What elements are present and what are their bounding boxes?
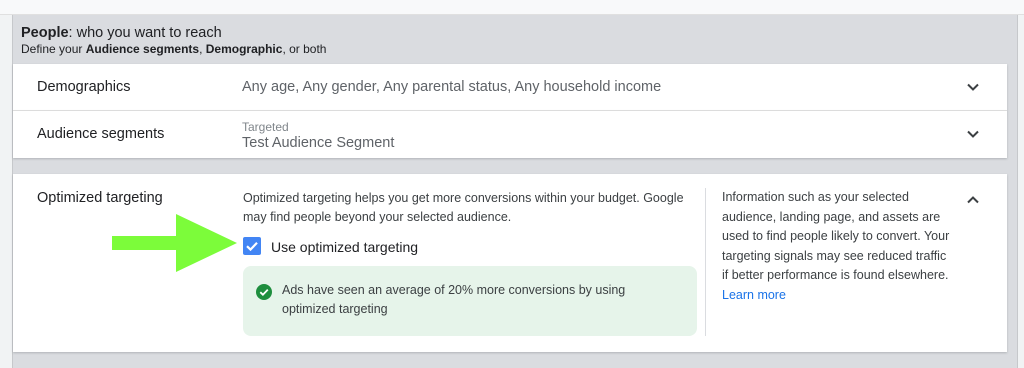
audience-segments-row[interactable]: Audience segments Targeted Test Audience… <box>13 111 1007 158</box>
section-subtitle: Define your Audience segments, Demograph… <box>21 42 327 56</box>
checkbox-label[interactable]: Use optimized targeting <box>271 239 418 255</box>
optimized-targeting-checkbox[interactable] <box>243 237 261 255</box>
top-strip <box>0 0 1024 15</box>
check-circle-icon <box>256 284 272 300</box>
section-title: People: who you want to reach <box>21 25 222 41</box>
demographics-value: Any age, Any gender, Any parental status… <box>242 79 662 95</box>
audience-segments-label: Audience segments <box>37 126 165 142</box>
success-message-text: Ads have seen an average of 20% more con… <box>282 283 626 316</box>
audience-segment-value: Test Audience Segment <box>242 135 395 151</box>
optimized-targeting-description: Optimized targeting helps you get more c… <box>243 191 684 224</box>
demographics-row[interactable]: Demographics Any age, Any gender, Any pa… <box>13 64 1007 111</box>
chevron-down-icon[interactable] <box>965 126 981 142</box>
chevron-down-icon[interactable] <box>965 79 981 95</box>
optimized-targeting-label: Optimized targeting <box>37 190 163 206</box>
vertical-divider <box>705 188 706 336</box>
arrow-annotation-icon <box>112 214 237 272</box>
chevron-up-icon[interactable] <box>965 192 981 208</box>
learn-more-link[interactable]: Learn more <box>722 288 786 302</box>
info-text: Information such as your selected audien… <box>722 190 950 302</box>
checkmark-icon <box>246 242 258 252</box>
targeted-label: Targeted <box>242 120 289 134</box>
demographics-label: Demographics <box>37 79 131 95</box>
success-message: Ads have seen an average of 20% more con… <box>243 266 697 336</box>
